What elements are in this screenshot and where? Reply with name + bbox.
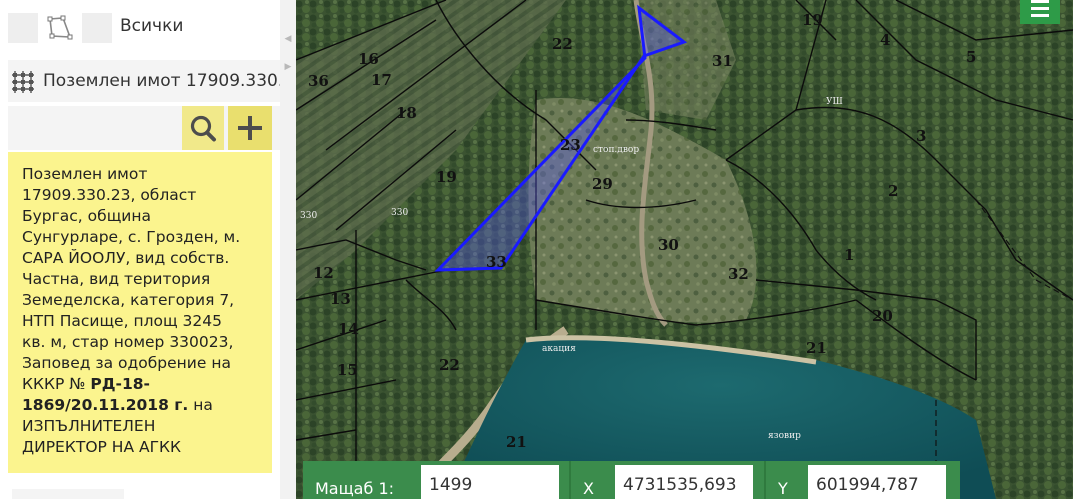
x-coordinate-input[interactable]: 4731535,693 bbox=[615, 465, 753, 499]
plot-label: 18 bbox=[396, 104, 417, 122]
info-line: Сунгурларе, с. Грозден, м. bbox=[22, 228, 241, 246]
plot-label: 32 bbox=[728, 265, 749, 283]
info-line: 17909.330.23, област bbox=[22, 186, 197, 204]
plot-label: 22 bbox=[552, 35, 573, 53]
polygon-icon bbox=[47, 15, 73, 40]
y-coordinate-input[interactable]: 601994,787 bbox=[808, 465, 946, 499]
order-number: РД-18- bbox=[90, 375, 150, 393]
plot-label: 21 bbox=[506, 433, 527, 451]
plot-label: 3 bbox=[916, 127, 926, 145]
info-line: 1869/20.11.2018 г. на bbox=[22, 395, 258, 416]
search-icon bbox=[190, 115, 216, 142]
land-use-label: УШ bbox=[826, 97, 843, 107]
info-line: КККР № РД-18- bbox=[22, 374, 258, 395]
info-line: Бургас, община bbox=[22, 207, 152, 225]
info-line: ДИРЕКТОР НА АГКК bbox=[22, 438, 182, 456]
plot-label: 29 bbox=[592, 175, 613, 193]
land-use-label: акация bbox=[542, 344, 576, 354]
info-line: Заповед за одобрение на bbox=[22, 354, 231, 372]
satellite-map[interactable]: 22 31 19 4 5 16 17 36 18 3 23 29 19 2 30… bbox=[296, 0, 1073, 499]
plot-label: 31 bbox=[712, 52, 733, 70]
plot-label: 33 bbox=[486, 253, 507, 271]
plot-label: 13 bbox=[330, 290, 351, 308]
separator bbox=[569, 461, 571, 499]
land-use-label: стоп.двор bbox=[593, 145, 639, 155]
polygon-tool-button[interactable] bbox=[44, 13, 74, 43]
order-date: 1869/20.11.2018 г. bbox=[22, 396, 189, 414]
grid-icon bbox=[12, 71, 34, 93]
info-line: НТП Пасище, площ 3245 bbox=[22, 312, 222, 330]
plot-label: 36 bbox=[308, 72, 329, 90]
plot-label: 2 bbox=[888, 182, 898, 200]
parcel-actions-row bbox=[8, 106, 280, 150]
all-layers-label[interactable]: Всички bbox=[120, 16, 183, 36]
coordinate-bar: Мащаб 1: 1499 X 4731535,693 Y 601994,787 bbox=[303, 461, 960, 499]
info-text: на bbox=[193, 396, 213, 414]
add-button[interactable] bbox=[228, 106, 272, 150]
plot-label: 23 bbox=[560, 136, 581, 154]
x-label: X bbox=[583, 479, 594, 498]
land-use-label: 330 bbox=[300, 211, 317, 221]
plus-icon bbox=[238, 116, 262, 140]
tool-button[interactable] bbox=[82, 13, 112, 43]
map-view[interactable]: 22 31 19 4 5 16 17 36 18 3 23 29 19 2 30… bbox=[296, 0, 1073, 499]
plot-label: 19 bbox=[802, 11, 823, 29]
y-label: Y bbox=[778, 479, 788, 498]
plot-label: 1 bbox=[844, 246, 854, 264]
info-line: Частна, вид територия bbox=[22, 270, 211, 288]
parcel-title: Поземлен имот 17909.330.23 bbox=[43, 71, 280, 91]
plot-label: 12 bbox=[313, 264, 334, 282]
plot-label: 16 bbox=[358, 50, 379, 68]
layers-button[interactable] bbox=[1020, 0, 1060, 24]
search-button[interactable] bbox=[182, 106, 224, 150]
info-line: кв. м, стар номер 330023, bbox=[22, 333, 234, 351]
collapse-left-icon[interactable]: ◀ bbox=[283, 34, 293, 44]
plot-label: 30 bbox=[658, 236, 679, 254]
scale-input[interactable]: 1499 bbox=[421, 465, 559, 499]
collapse-right-icon[interactable]: ▶ bbox=[283, 62, 293, 72]
land-use-label: язовир bbox=[768, 431, 801, 441]
info-text: КККР № bbox=[22, 375, 86, 393]
plot-label: 15 bbox=[337, 361, 358, 379]
plot-label: 17 bbox=[371, 71, 392, 89]
plot-label: 4 bbox=[880, 31, 890, 49]
panel-collapse-handle[interactable] bbox=[280, 0, 296, 499]
land-use-label: 330 bbox=[391, 208, 408, 218]
panel-footer bbox=[12, 489, 124, 499]
side-panel: Всички Поземлен имот 17909.330.23 Поземл… bbox=[0, 0, 280, 499]
info-line: САРА ЙООЛУ, вид собств. bbox=[22, 249, 230, 267]
plot-label: 20 bbox=[872, 307, 893, 325]
info-line: ИЗПЪЛНИТЕЛЕН bbox=[22, 417, 156, 435]
info-line: Земеделска, категория 7, bbox=[22, 291, 235, 309]
plot-label: 5 bbox=[966, 48, 976, 66]
separator bbox=[764, 461, 766, 499]
scale-label: Мащаб 1: bbox=[315, 479, 395, 498]
plot-label: 22 bbox=[439, 356, 460, 374]
select-tool-button[interactable] bbox=[8, 13, 38, 43]
menu-icon bbox=[1031, 0, 1049, 17]
plot-label: 21 bbox=[806, 339, 827, 357]
parcel-info-box: Поземлен имот 17909.330.23, област Бурга… bbox=[8, 152, 272, 473]
plot-label: 14 bbox=[338, 320, 359, 338]
plot-label: 19 bbox=[436, 168, 457, 186]
parcel-title-row: Поземлен имот 17909.330.23 bbox=[8, 60, 280, 102]
info-line: Поземлен имот bbox=[22, 165, 148, 183]
